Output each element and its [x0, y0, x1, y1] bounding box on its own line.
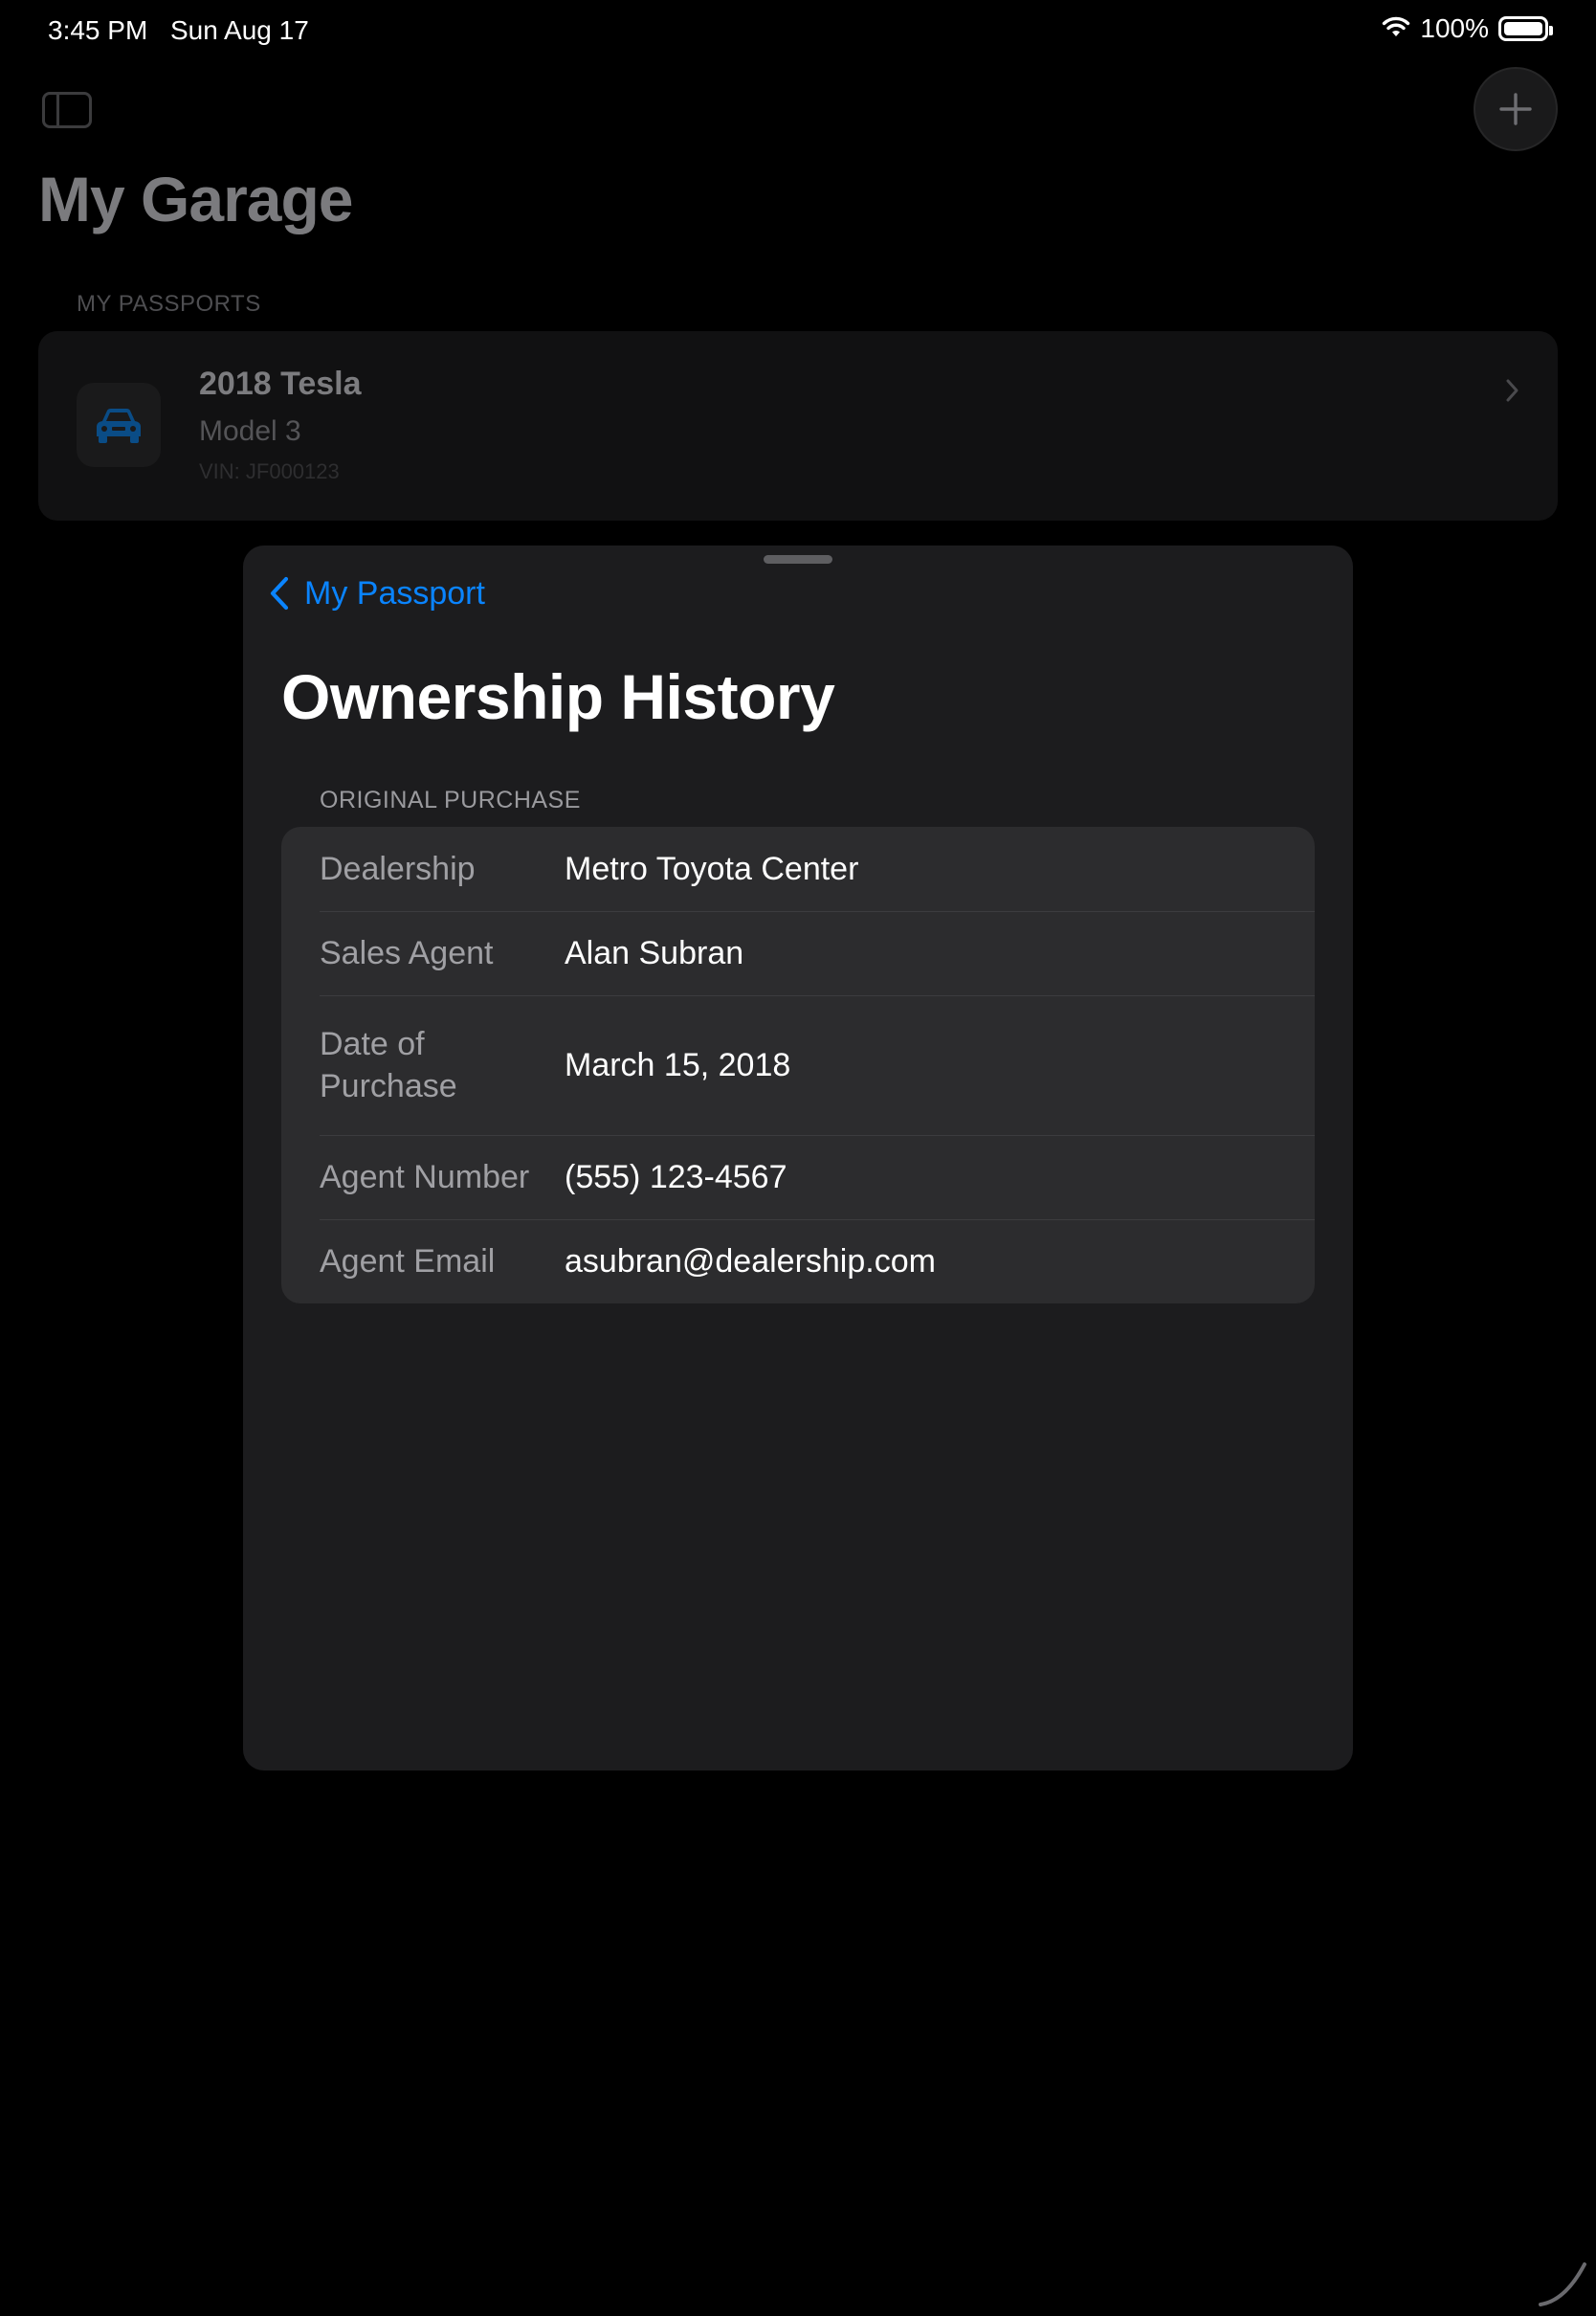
section-label-original-purchase: ORIGINAL PURCHASE	[320, 787, 581, 813]
detail-label: Agent Number	[320, 1159, 530, 1195]
chevron-left-icon	[270, 576, 289, 611]
detail-row-agent-email: Agent Email asubran@dealership.com	[281, 1219, 1315, 1303]
detail-label: Sales Agent	[320, 935, 494, 971]
add-button[interactable]	[1474, 67, 1558, 151]
detail-value[interactable]: (555) 123-4567	[565, 1159, 787, 1196]
detail-value[interactable]: asubran@dealership.com	[565, 1243, 936, 1280]
detail-value: Alan Subran	[565, 934, 744, 971]
detail-label: Date of Purchase	[320, 1026, 457, 1104]
passport-vin: VIN: JF000123	[199, 459, 340, 483]
sheet-grabber[interactable]	[764, 555, 832, 564]
back-button-label: My Passport	[304, 574, 485, 612]
page-title: My Garage	[38, 164, 353, 234]
detail-row-sales-agent: Sales Agent Alan Subran	[281, 911, 1315, 995]
detail-value: Metro Toyota Center	[565, 850, 859, 887]
back-button[interactable]: My Passport	[268, 574, 485, 612]
detail-row-date-of-purchase: Date of Purchase March 15, 2018	[281, 995, 1315, 1135]
sheet-title: Ownership History	[281, 661, 835, 732]
ownership-history-sheet: My Passport Ownership History ORIGINAL P…	[243, 546, 1353, 1770]
passport-card[interactable]: 2018 Tesla Model 3 VIN: JF000123	[38, 331, 1558, 521]
purchase-details-group: Dealership Metro Toyota Center Sales Age…	[281, 827, 1315, 1303]
detail-row-agent-number: Agent Number (555) 123-4567	[281, 1135, 1315, 1219]
passport-title: 2018 Tesla	[199, 366, 362, 402]
detail-row-dealership: Dealership Metro Toyota Center	[281, 827, 1315, 911]
detail-value: March 15, 2018	[565, 1046, 791, 1083]
chevron-right-icon	[1506, 379, 1518, 402]
detail-label: Agent Email	[320, 1243, 496, 1280]
passport-model: Model 3	[199, 415, 301, 447]
screen: 3:45 PM Sun Aug 17 100% My Garage MY PAS…	[0, 0, 1596, 2316]
plus-icon	[1499, 93, 1532, 125]
car-icon	[77, 383, 161, 467]
sidebar-icon[interactable]	[42, 92, 92, 128]
corner-indicator-icon	[1539, 2262, 1586, 2306]
detail-label: Dealership	[320, 851, 476, 887]
section-label-passports: MY PASSPORTS	[77, 291, 261, 317]
